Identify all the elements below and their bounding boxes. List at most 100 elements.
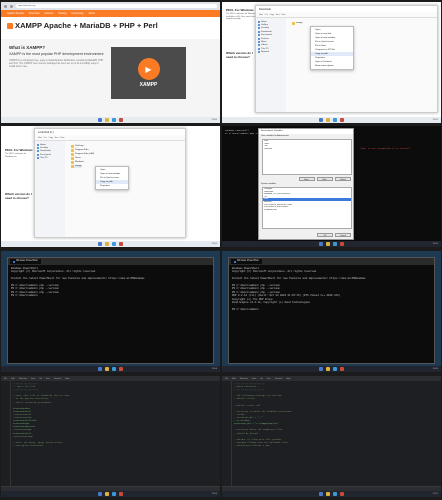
explorer-icon[interactable] xyxy=(326,492,330,496)
explorer-icon[interactable] xyxy=(105,118,109,122)
nav-pane: Home Gallery Desktop Downloads Documents… xyxy=(256,18,286,112)
terminal-tab[interactable]: Windows PowerShell xyxy=(231,259,262,264)
menu-item[interactable]: Selection xyxy=(19,378,27,380)
folder-item[interactable]: PerfLogs xyxy=(71,145,84,148)
edge-icon[interactable] xyxy=(112,492,116,496)
edit-button[interactable]: Edit... xyxy=(317,177,333,181)
powershell-icon xyxy=(13,260,15,263)
folder-item[interactable]: xampp xyxy=(71,165,82,168)
code-text[interactable]: ;;;;;;;;;;;;;;;;;;;;;;;; Quick Reference… xyxy=(234,382,439,447)
nav-item[interactable]: Hosting xyxy=(58,12,66,15)
explorer-icon[interactable] xyxy=(105,242,109,246)
edge-icon[interactable] xyxy=(112,118,116,122)
back-icon[interactable] xyxy=(4,4,7,8)
taskbar xyxy=(1,117,220,123)
ok-button[interactable]: OK xyxy=(317,233,333,237)
folder-item[interactable]: Windows xyxy=(71,161,84,164)
menu-item[interactable]: Help xyxy=(65,378,69,380)
explorer-icon[interactable] xyxy=(326,118,330,122)
panel-environment-variables: Windows PowerShell PS C:\Users\admin> ph… xyxy=(222,126,441,247)
nav-item[interactable]: Add-ons xyxy=(44,12,53,15)
editor-icon[interactable] xyxy=(119,492,123,496)
video-player[interactable]: ▶ XAMPP xyxy=(111,47,186,99)
explorer-icon[interactable] xyxy=(326,367,330,371)
code-text[interactable]: ;;;;;;;;;;;;;;;;;;;;; PHP's ini file;;;;… xyxy=(13,382,218,447)
start-icon[interactable] xyxy=(319,242,323,246)
new-button[interactable]: New... xyxy=(299,177,315,181)
edge-icon[interactable] xyxy=(333,242,337,246)
menu-item[interactable]: Help xyxy=(286,378,290,380)
menu-item[interactable]: File xyxy=(4,378,7,380)
user-vars-label: User variables for Administrator xyxy=(261,135,289,137)
start-icon[interactable] xyxy=(98,492,102,496)
folder-item[interactable]: Program Files xyxy=(71,149,89,152)
terminal-icon[interactable] xyxy=(340,242,344,246)
start-icon[interactable] xyxy=(319,367,323,371)
terminal-icon[interactable] xyxy=(340,367,344,371)
tab-bar: Windows PowerShell xyxy=(229,258,434,265)
folder-item[interactable]: xampp xyxy=(292,22,303,25)
system-vars-table[interactable]: ComSpec DriverData NUMBER_OF_PROCESSORS … xyxy=(262,187,352,229)
store-icon[interactable] xyxy=(119,118,123,122)
start-icon[interactable] xyxy=(98,118,102,122)
clock: 12:00 xyxy=(211,119,217,121)
doc-heading: Which version do I need to choose? xyxy=(226,50,253,59)
screenshot-grid: apachefriends.org Apache Friends Downloa… xyxy=(0,0,442,500)
menu-item[interactable]: Terminal xyxy=(54,378,62,380)
table-row[interactable]: OneDrive xyxy=(263,148,351,151)
editor-icon[interactable] xyxy=(340,492,344,496)
explorer-icon[interactable] xyxy=(326,242,330,246)
code-line: ; and SQLite extensions xyxy=(13,443,44,447)
menu-item[interactable]: Run xyxy=(267,378,271,380)
menu-item[interactable]: Edit xyxy=(232,378,235,380)
start-icon[interactable] xyxy=(319,492,323,496)
start-icon[interactable] xyxy=(98,367,102,371)
start-icon[interactable] xyxy=(98,242,102,246)
code-editor: File Edit Selection View Go Run Terminal… xyxy=(1,376,220,491)
terminal-output: Windows PowerShell Copyright (C) Microsof… xyxy=(232,267,366,311)
menu-item[interactable]: Edit xyxy=(11,378,14,380)
delete-button[interactable]: Delete xyxy=(335,177,351,181)
edge-icon[interactable] xyxy=(333,118,337,122)
menu-item[interactable]: Show more options xyxy=(311,64,353,68)
terminal-tab[interactable]: Windows PowerShell xyxy=(10,259,41,264)
menu-item[interactable]: Go xyxy=(260,378,263,380)
edge-icon[interactable] xyxy=(112,367,116,371)
user-vars-table[interactable]: Path TEMP TMP OneDrive xyxy=(262,139,352,175)
explorer-icon[interactable] xyxy=(105,492,109,496)
menu-item[interactable]: Terminal xyxy=(275,378,283,380)
menu-item[interactable]: View xyxy=(252,378,256,380)
address-bar[interactable]: apachefriends.org xyxy=(16,4,217,8)
edge-icon[interactable] xyxy=(333,492,337,496)
panel-explorer-c-drive: PECL For Windows The PECL extension for … xyxy=(1,126,220,247)
documents-icon xyxy=(258,34,260,37)
folder-icon xyxy=(292,22,295,25)
menu-item[interactable]: Go xyxy=(39,378,42,380)
start-icon[interactable] xyxy=(319,118,323,122)
menu-item[interactable]: View xyxy=(31,378,35,380)
folder-item[interactable]: Program Files (x86) xyxy=(71,153,94,156)
nav-item[interactable]: Community xyxy=(71,12,83,15)
folder-item[interactable]: Users xyxy=(71,157,81,160)
store-icon[interactable] xyxy=(119,242,123,246)
menu-item[interactable]: Run xyxy=(46,378,50,380)
explorer-icon[interactable] xyxy=(105,367,109,371)
nav-item[interactable]: Apache Friends xyxy=(7,12,24,15)
nav-item[interactable]: Download xyxy=(29,12,40,15)
store-icon[interactable] xyxy=(340,118,344,122)
menu-item[interactable]: Properties xyxy=(96,184,128,188)
cancel-button[interactable]: Cancel xyxy=(335,233,351,237)
clock: 12:06 xyxy=(211,493,217,495)
nav-item[interactable]: This PC xyxy=(37,157,63,160)
menu-item[interactable]: Selection xyxy=(240,378,248,380)
table-row[interactable]: PSModulePath xyxy=(263,209,351,212)
play-icon[interactable]: ▶ xyxy=(137,58,160,80)
nav-item[interactable]: Network xyxy=(258,51,284,54)
terminal-icon[interactable] xyxy=(119,367,123,371)
reload-icon[interactable] xyxy=(10,4,13,8)
edge-icon[interactable] xyxy=(333,367,337,371)
menu-item[interactable]: File xyxy=(225,378,228,380)
nav-item[interactable]: About xyxy=(89,12,95,15)
edge-icon[interactable] xyxy=(112,242,116,246)
clock: 12:07 xyxy=(432,493,438,495)
